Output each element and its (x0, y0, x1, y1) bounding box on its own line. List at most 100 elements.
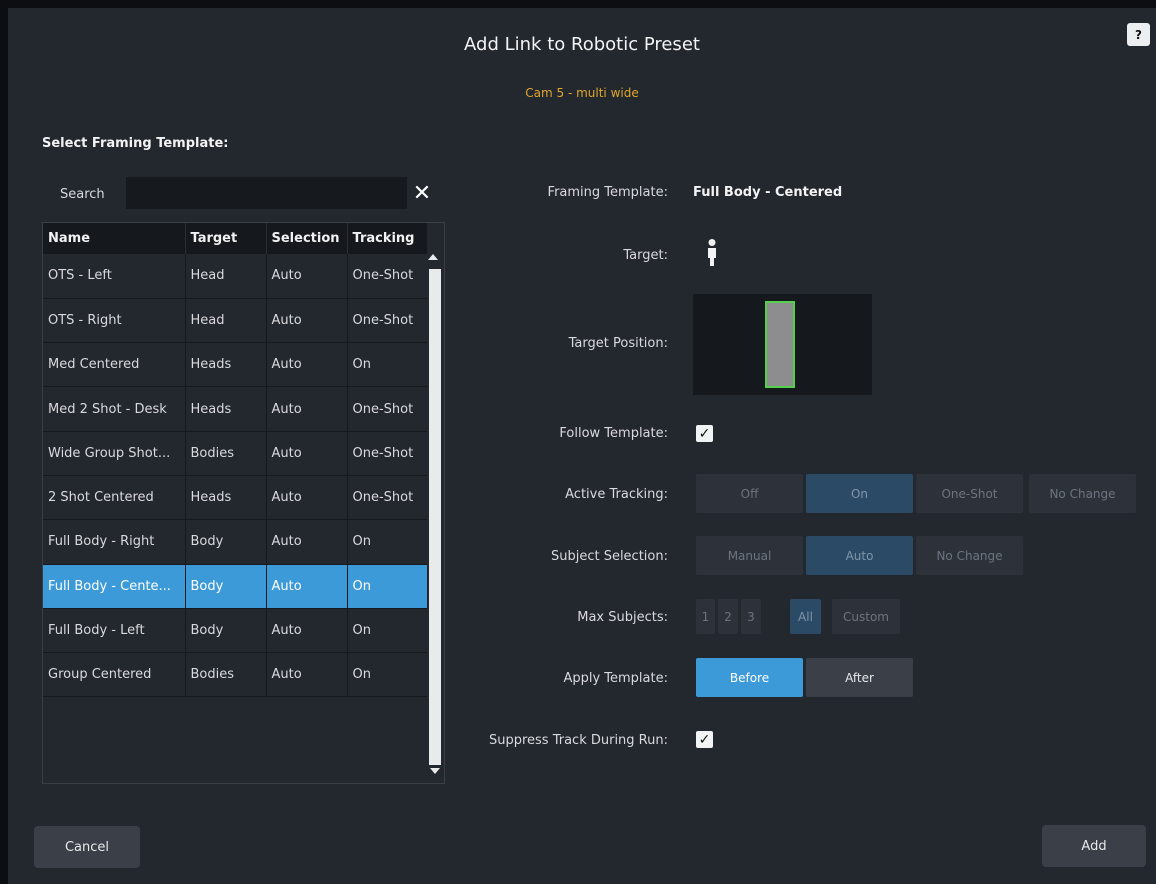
table-scrollbar[interactable]: ⊞ (427, 223, 444, 783)
dialog-title: Add Link to Robotic Preset (464, 34, 700, 55)
cell-name: Full Body - Left (43, 608, 186, 654)
add-link-dialog: Add Link to Robotic Preset ? Cam 5 - mul… (8, 8, 1156, 884)
cell-tracking: One-Shot (347, 298, 428, 344)
cell-name: Full Body - Right (43, 519, 186, 565)
cell-name: 2 Shot Centered (43, 475, 186, 521)
table-header-row: Name Target Selection Tracking (43, 223, 428, 254)
help-button[interactable]: ? (1127, 23, 1150, 46)
suppress-track-label: Suppress Track During Run: (488, 733, 668, 748)
max-subjects-2[interactable]: 2 (718, 599, 738, 634)
framing-template-label: Framing Template: (547, 185, 668, 200)
cell-name: OTS - Left (43, 254, 186, 299)
scroll-down-icon[interactable] (430, 768, 440, 774)
cell-name: Med 2 Shot - Desk (43, 386, 186, 432)
cell-selection: Auto (266, 386, 348, 432)
subject-selection-manual[interactable]: Manual (696, 536, 803, 575)
subject-selection-no-change[interactable]: No Change (916, 536, 1023, 575)
follow-template-label: Follow Template: (559, 426, 668, 441)
max-subjects-label: Max Subjects: (577, 610, 668, 625)
dialog-subtitle: Cam 5 - multi wide (525, 86, 639, 100)
apply-template-before[interactable]: Before (696, 658, 803, 697)
table-row[interactable]: Group Centered Bodies Auto On (43, 652, 428, 698)
cell-target: Bodies (185, 652, 267, 698)
target-position-box (765, 301, 795, 388)
max-subjects-1[interactable]: 1 (696, 599, 715, 634)
cell-name: Wide Group Shot... (43, 431, 186, 476)
table-row[interactable]: 2 Shot Centered Heads Auto One-Shot (43, 475, 428, 521)
table-row[interactable]: Full Body - Right Body Auto On (43, 519, 428, 565)
cell-target: Body (185, 519, 267, 565)
cell-target: Bodies (185, 431, 267, 476)
max-subjects-3[interactable]: 3 (741, 599, 761, 634)
cell-tracking: On (347, 519, 428, 565)
cell-tracking: One-Shot (347, 254, 428, 299)
cell-tracking: One-Shot (347, 475, 428, 521)
scroll-up-icon[interactable] (428, 254, 438, 260)
close-icon[interactable]: ✕ (410, 180, 434, 206)
cell-selection: Auto (266, 342, 348, 388)
cell-target: Heads (185, 342, 267, 388)
target-position-preview (693, 294, 872, 395)
add-button[interactable]: Add (1042, 825, 1146, 867)
scroll-track[interactable] (429, 269, 441, 765)
cell-selection: Auto (266, 254, 348, 299)
table-row[interactable]: Full Body - Left Body Auto On (43, 608, 428, 654)
follow-template-checkbox[interactable]: ✓ (696, 425, 713, 442)
framing-template-value: Full Body - Centered (693, 185, 843, 200)
cell-target: Heads (185, 475, 267, 521)
cell-target: Heads (185, 386, 267, 432)
table-row[interactable]: Wide Group Shot... Bodies Auto One-Shot (43, 431, 428, 476)
cell-name: Group Centered (43, 652, 186, 698)
max-subjects-custom[interactable]: Custom (832, 599, 900, 634)
cell-tracking: On (347, 652, 428, 698)
cell-tracking: One-Shot (347, 431, 428, 476)
cell-target: Body (185, 564, 267, 609)
column-header-name[interactable]: Name (43, 223, 186, 254)
suppress-track-checkbox[interactable]: ✓ (696, 731, 713, 748)
target-label: Target: (623, 248, 668, 263)
subject-selection-label: Subject Selection: (550, 549, 668, 564)
table-row[interactable]: OTS - Left Head Auto One-Shot (43, 254, 428, 299)
cell-name: Full Body - Cente... (43, 564, 186, 609)
table-row[interactable]: OTS - Right Head Auto One-Shot (43, 298, 428, 344)
column-header-target[interactable]: Target (185, 223, 267, 254)
cell-tracking: On (347, 564, 428, 609)
person-icon (705, 238, 719, 272)
cell-name: Med Centered (43, 342, 186, 388)
cell-tracking: One-Shot (347, 386, 428, 432)
cell-selection: Auto (266, 475, 348, 521)
active-tracking-on[interactable]: On (806, 474, 913, 513)
cell-selection: Auto (266, 564, 348, 609)
table-row-selected[interactable]: Full Body - Cente... Body Auto On (43, 564, 428, 609)
cell-selection: Auto (266, 652, 348, 698)
cell-tracking: On (347, 342, 428, 388)
active-tracking-no-change[interactable]: No Change (1029, 474, 1136, 513)
cell-selection: Auto (266, 608, 348, 654)
cell-tracking: On (347, 608, 428, 654)
apply-template-label: Apply Template: (563, 671, 668, 686)
cell-target: Body (185, 608, 267, 654)
template-table-grid: Name Target Selection Tracking OTS - Lef… (43, 223, 428, 698)
table-row[interactable]: Med 2 Shot - Desk Heads Auto One-Shot (43, 386, 428, 432)
search-input[interactable] (126, 177, 407, 209)
max-subjects-all[interactable]: All (790, 599, 821, 634)
active-tracking-off[interactable]: Off (696, 474, 803, 513)
table-row[interactable]: Med Centered Heads Auto On (43, 342, 428, 388)
active-tracking-one-shot[interactable]: One-Shot (916, 474, 1023, 513)
cell-selection: Auto (266, 298, 348, 344)
column-header-selection[interactable]: Selection (266, 223, 348, 254)
column-header-tracking[interactable]: Tracking (347, 223, 428, 254)
cell-target: Head (185, 298, 267, 344)
subject-selection-auto[interactable]: Auto (806, 536, 913, 575)
cell-name: OTS - Right (43, 298, 186, 344)
apply-template-after[interactable]: After (806, 658, 913, 697)
search-label: Search (60, 187, 105, 202)
cancel-button[interactable]: Cancel (34, 826, 140, 868)
cell-selection: Auto (266, 431, 348, 476)
target-position-label: Target Position: (568, 336, 668, 351)
section-label: Select Framing Template: (42, 136, 229, 151)
active-tracking-label: Active Tracking: (565, 487, 668, 502)
template-table: Name Target Selection Tracking OTS - Lef… (42, 222, 445, 784)
cell-selection: Auto (266, 519, 348, 565)
cell-target: Head (185, 254, 267, 299)
